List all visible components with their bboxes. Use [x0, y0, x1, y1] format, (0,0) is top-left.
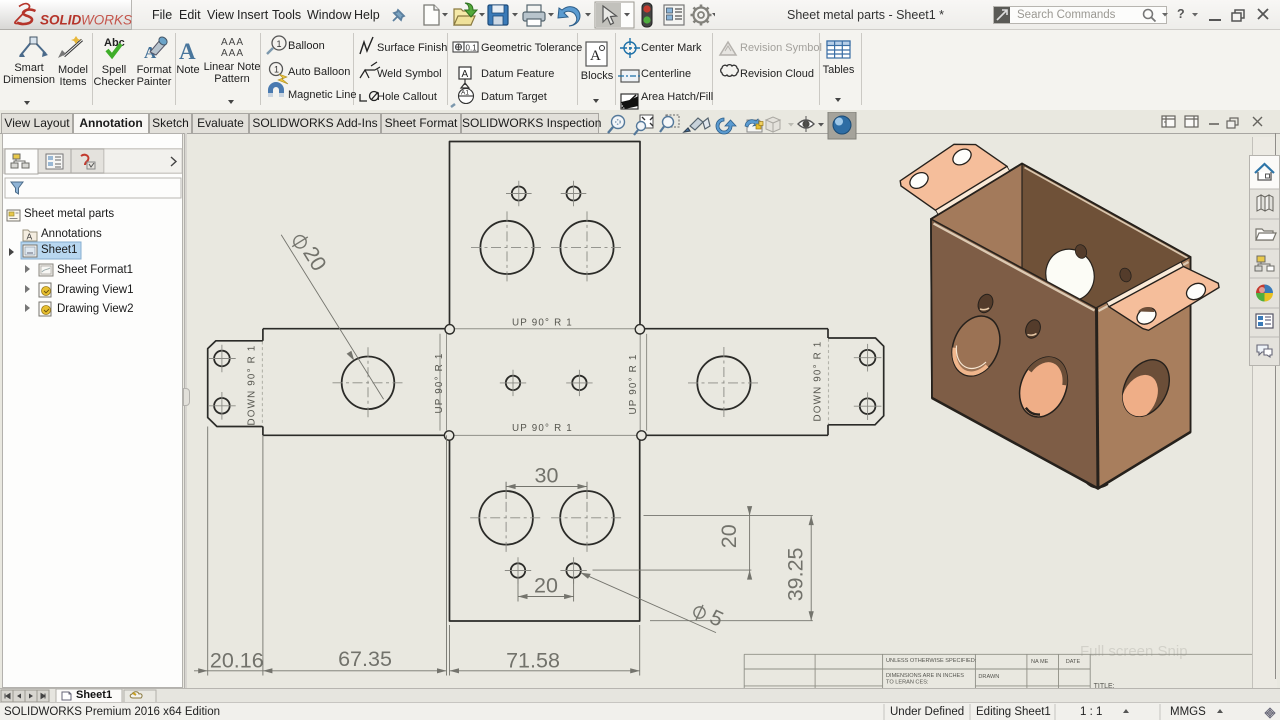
svg-text:UP 90° R 1: UP 90° R 1	[434, 353, 445, 414]
svg-text:A: A	[179, 39, 196, 64]
svg-text:AAA: AAA	[221, 37, 244, 48]
svg-text:A: A	[590, 48, 601, 64]
svg-text:20.16: 20.16	[210, 649, 264, 673]
svg-text:DOWN 90° R 1: DOWN 90° R 1	[813, 341, 824, 422]
svg-text:5: 5	[706, 605, 727, 632]
svg-text:67.35: 67.35	[338, 647, 392, 671]
svg-text:Abc: Abc	[104, 37, 125, 49]
svg-text:DIMENSIONS ARE IN INCHES: DIMENSIONS ARE IN INCHES	[886, 673, 964, 679]
svg-text:1: 1	[277, 39, 282, 49]
svg-text:1: 1	[274, 65, 279, 75]
svg-text:DOWN 90° R 1: DOWN 90° R 1	[247, 345, 258, 426]
svg-text:UP 90° R 1: UP 90° R 1	[512, 423, 573, 434]
svg-text:DATE: DATE	[1066, 659, 1081, 665]
svg-text:NA ME: NA ME	[1031, 659, 1049, 665]
svg-text:AAA: AAA	[221, 48, 244, 59]
svg-text:WORKS: WORKS	[81, 13, 132, 28]
svg-text:A: A	[462, 69, 469, 80]
svg-text:20: 20	[717, 524, 741, 548]
svg-text:A1: A1	[461, 90, 469, 97]
svg-text:DRAWN: DRAWN	[978, 674, 999, 680]
svg-text:UNLESS OTHERWISE SPECIFIED:: UNLESS OTHERWISE SPECIFIED:	[886, 658, 977, 664]
svg-text:30: 30	[535, 464, 559, 488]
svg-text:39.25: 39.25	[783, 547, 807, 601]
svg-text:0.1: 0.1	[466, 44, 478, 53]
svg-text:71.58: 71.58	[506, 649, 560, 673]
svg-text:SOLID: SOLID	[40, 13, 82, 28]
svg-text:Full screen Snip: Full screen Snip	[1080, 643, 1188, 660]
svg-text:UP 90° R 1: UP 90° R 1	[628, 354, 639, 415]
svg-text:UP 90° R 1: UP 90° R 1	[512, 318, 573, 329]
svg-text:20: 20	[534, 574, 558, 598]
svg-text:A: A	[27, 232, 33, 242]
svg-text:TO LERAN CES:: TO LERAN CES:	[886, 680, 929, 686]
